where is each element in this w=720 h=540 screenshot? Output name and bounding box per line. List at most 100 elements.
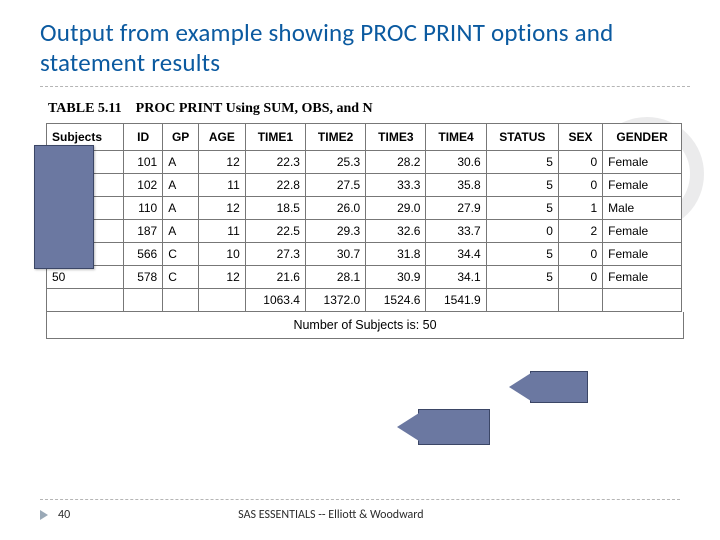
cell: 32.6 — [366, 220, 426, 243]
cell: 28.2 — [366, 151, 426, 174]
page-number: 40 — [58, 508, 70, 522]
cell: 22.8 — [245, 174, 305, 197]
cell: 30.7 — [305, 243, 365, 266]
sum-cell: 1524.6 — [366, 289, 426, 312]
col-time2: TIME2 — [305, 124, 365, 151]
cell: 10 — [199, 243, 246, 266]
cell: 0 — [558, 151, 602, 174]
cell: Female — [603, 266, 682, 289]
cell: 5 — [486, 266, 558, 289]
cell: 35.8 — [426, 174, 486, 197]
cell: 102 — [124, 174, 163, 197]
col-age: AGE — [199, 124, 246, 151]
arrow-n-caption — [418, 409, 490, 445]
col-status: STATUS — [486, 124, 558, 151]
cell: 22.3 — [245, 151, 305, 174]
table-row: 1101A1222.325.328.230.650Female — [47, 151, 682, 174]
footer-source: SAS ESSENTIALS -- Elliott & Woodward — [238, 508, 423, 522]
cell: 27.9 — [426, 197, 486, 220]
cell: Male — [603, 197, 682, 220]
cell: Female — [603, 243, 682, 266]
table-caption: TABLE 5.11 PROC PRINT Using SUM, OBS, an… — [48, 101, 686, 117]
sum-cell — [486, 289, 558, 312]
footer-bullet-icon — [40, 510, 48, 520]
cell: 26.0 — [305, 197, 365, 220]
cell: 29.0 — [366, 197, 426, 220]
col-gender: GENDER — [603, 124, 682, 151]
cell: 31.8 — [366, 243, 426, 266]
slide-title: Output from example showing PROC PRINT o… — [40, 18, 690, 78]
cell: 0 — [558, 266, 602, 289]
table-caption-text: PROC PRINT Using SUM, OBS, and N — [136, 101, 373, 116]
cell: 22.5 — [245, 220, 305, 243]
footer: 40 SAS ESSENTIALS -- Elliott & Woodward — [0, 499, 720, 522]
cell: 101 — [124, 151, 163, 174]
col-time3: TIME3 — [366, 124, 426, 151]
sum-cell — [558, 289, 602, 312]
cell: 578 — [124, 266, 163, 289]
table-row: 3110A1218.526.029.027.951Male — [47, 197, 682, 220]
cell: 566 — [124, 243, 163, 266]
cell: 5 — [486, 174, 558, 197]
cell: 30.9 — [366, 266, 426, 289]
col-time4: TIME4 — [426, 124, 486, 151]
cell: 0 — [558, 174, 602, 197]
table-body: 1101A1222.325.328.230.650Female2102A1122… — [47, 151, 682, 312]
table-caption-label: TABLE 5.11 — [48, 101, 122, 116]
cell: 11 — [199, 174, 246, 197]
cell: 1 — [558, 197, 602, 220]
cell: 33.3 — [366, 174, 426, 197]
cell: A — [163, 197, 199, 220]
cell: 0 — [486, 220, 558, 243]
n-caption: Number of Subjects is: 50 — [46, 312, 684, 339]
sum-cell — [163, 289, 199, 312]
sum-cell — [124, 289, 163, 312]
cell: 29.3 — [305, 220, 365, 243]
table-row: 50578C1221.628.130.934.150Female — [47, 266, 682, 289]
cell: 110 — [124, 197, 163, 220]
table-row: 2102A1122.827.533.335.850Female — [47, 174, 682, 197]
cell: 28.1 — [305, 266, 365, 289]
sum-cell: 1372.0 — [305, 289, 365, 312]
sum-row: 1063.41372.01524.61541.9 — [47, 289, 682, 312]
sum-cell: 1541.9 — [426, 289, 486, 312]
cell: 5 — [486, 243, 558, 266]
col-id: ID — [124, 124, 163, 151]
sum-cell: 1063.4 — [245, 289, 305, 312]
cell: 34.4 — [426, 243, 486, 266]
cell: 5 — [486, 151, 558, 174]
cell: Female — [603, 220, 682, 243]
cell: 11 — [199, 220, 246, 243]
cell: A — [163, 220, 199, 243]
cell: 30.6 — [426, 151, 486, 174]
proc-print-table: Subjects ID GP AGE TIME1 TIME2 TIME3 TIM… — [46, 123, 682, 312]
cell: 18.5 — [245, 197, 305, 220]
cell: 12 — [199, 266, 246, 289]
sum-cell — [603, 289, 682, 312]
cell: C — [163, 243, 199, 266]
col-time1: TIME1 — [245, 124, 305, 151]
table-header-row: Subjects ID GP AGE TIME1 TIME2 TIME3 TIM… — [47, 124, 682, 151]
cell: 12 — [199, 151, 246, 174]
cell: A — [163, 174, 199, 197]
cell: 21.6 — [245, 266, 305, 289]
cell: A — [163, 151, 199, 174]
table-row: 4187A1122.529.332.633.702Female — [47, 220, 682, 243]
table-block: TABLE 5.11 PROC PRINT Using SUM, OBS, an… — [40, 101, 690, 339]
cell: 187 — [124, 220, 163, 243]
cell: Female — [603, 174, 682, 197]
col-gp: GP — [163, 124, 199, 151]
cell: 12 — [199, 197, 246, 220]
table-row: 49566C1027.330.731.834.450Female — [47, 243, 682, 266]
slide: Output from example showing PROC PRINT o… — [0, 0, 720, 540]
cell: 5 — [486, 197, 558, 220]
cell: Female — [603, 151, 682, 174]
footer-divider — [40, 499, 680, 500]
cell: 33.7 — [426, 220, 486, 243]
cell: 25.3 — [305, 151, 365, 174]
cell: 34.1 — [426, 266, 486, 289]
cell: 2 — [558, 220, 602, 243]
sum-cell — [199, 289, 246, 312]
cell: 0 — [558, 243, 602, 266]
title-divider — [40, 86, 690, 87]
